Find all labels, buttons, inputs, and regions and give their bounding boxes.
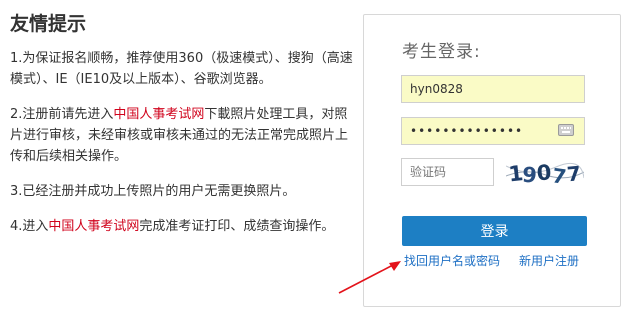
tip-item-4: 4.进入中国人事考试网完成准考证打印、成绩查询操作。 — [10, 216, 355, 237]
page: 友情提示 1.为保证报名顺畅，推荐使用360（极速模式）、搜狗（高速模式）、IE… — [0, 0, 630, 317]
cpta-link[interactable]: 中国人事考试网 — [48, 219, 139, 234]
login-title: 考生登录: — [402, 42, 481, 62]
captcha-image[interactable]: 1 9 0 7 7 — [505, 158, 585, 189]
forgot-credentials-link[interactable]: 找回用户名或密码 — [404, 252, 500, 269]
tip-text: 2.注册前请先进入 — [10, 107, 114, 122]
svg-text:7: 7 — [566, 161, 582, 186]
tip-item-1: 1.为保证报名顺畅，推荐使用360（极速模式）、搜狗（高速模式）、IE（IE10… — [10, 48, 355, 90]
tips-title: 友情提示 — [10, 13, 87, 35]
red-arrow-icon — [338, 261, 401, 294]
keyboard-icon[interactable] — [558, 124, 574, 136]
tips-section: 友情提示 1.为保证报名顺畅，推荐使用360（极速模式）、搜狗（高速模式）、IE… — [10, 10, 355, 251]
captcha-input[interactable] — [401, 158, 494, 186]
tip-item-2: 2.注册前请先进入中国人事考试网下載照片处理工具，对照片进行审核，未经审核或审核… — [10, 104, 355, 167]
tip-text: 完成准考证打印、成绩查询操作。 — [139, 219, 335, 234]
register-link[interactable]: 新用户注册 — [519, 252, 579, 269]
tip-text: 1.为保证报名顺畅，推荐使用360（极速模式）、搜狗（高速模式）、IE（IE10… — [10, 51, 353, 87]
login-button[interactable]: 登录 — [402, 216, 587, 246]
tip-text: 4.进入 — [10, 219, 49, 234]
tip-text: 3.已经注册并成功上传照片的用户无需更换照片。 — [10, 184, 296, 199]
tip-item-3: 3.已经注册并成功上传照片的用户无需更换照片。 — [10, 181, 355, 202]
username-input[interactable] — [401, 75, 585, 103]
svg-text:0: 0 — [536, 160, 552, 185]
cpta-link[interactable]: 中国人事考试网 — [113, 107, 204, 122]
